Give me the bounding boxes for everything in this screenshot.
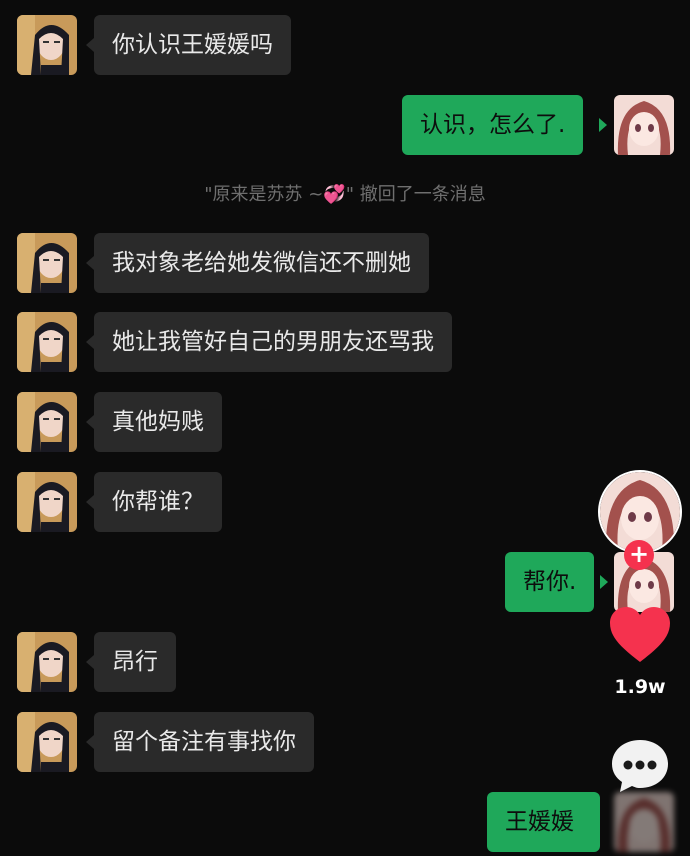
message-bubble-outgoing[interactable]: 帮你. (505, 552, 595, 612)
sender-avatar[interactable] (17, 712, 77, 772)
sender-avatar[interactable] (17, 15, 77, 75)
message-bubble-outgoing[interactable]: 认识，怎么了. (402, 95, 584, 155)
sender-avatar[interactable] (17, 233, 77, 293)
message-bubble-incoming[interactable]: 你认识王媛媛吗 (94, 15, 291, 75)
recall-notice-suffix: " 撤回了一条消息 (345, 184, 486, 205)
sender-avatar[interactable] (17, 632, 77, 692)
message-bubble-incoming[interactable]: 昂行 (94, 632, 176, 692)
recall-notice-name: "原来是苏苏 ~ (204, 184, 324, 205)
own-avatar[interactable] (614, 792, 674, 852)
message-bubble-outgoing[interactable]: 王媛媛 (487, 792, 600, 852)
follow-plus-icon[interactable]: + (624, 540, 654, 570)
own-avatar[interactable] (614, 95, 674, 155)
comment-icon[interactable] (610, 738, 670, 794)
heart-emoji-icon: 💞 (323, 184, 346, 205)
message-bubble-incoming[interactable]: 真他妈贱 (94, 392, 222, 452)
message-bubble-incoming[interactable]: 她让我管好自己的男朋友还骂我 (94, 312, 452, 372)
sender-avatar[interactable] (17, 472, 77, 532)
heart-icon[interactable] (609, 606, 671, 664)
message-bubble-incoming[interactable]: 我对象老给她发微信还不删她 (94, 233, 429, 293)
like-count: 1.9w (614, 676, 666, 698)
message-bubble-incoming[interactable]: 你帮谁？ (94, 472, 222, 532)
message-bubble-incoming[interactable]: 留个备注有事找你 (94, 712, 314, 772)
recall-notice: "原来是苏苏 ~💞" 撤回了一条消息 (0, 180, 690, 206)
sender-avatar[interactable] (17, 392, 77, 452)
sender-avatar[interactable] (17, 312, 77, 372)
